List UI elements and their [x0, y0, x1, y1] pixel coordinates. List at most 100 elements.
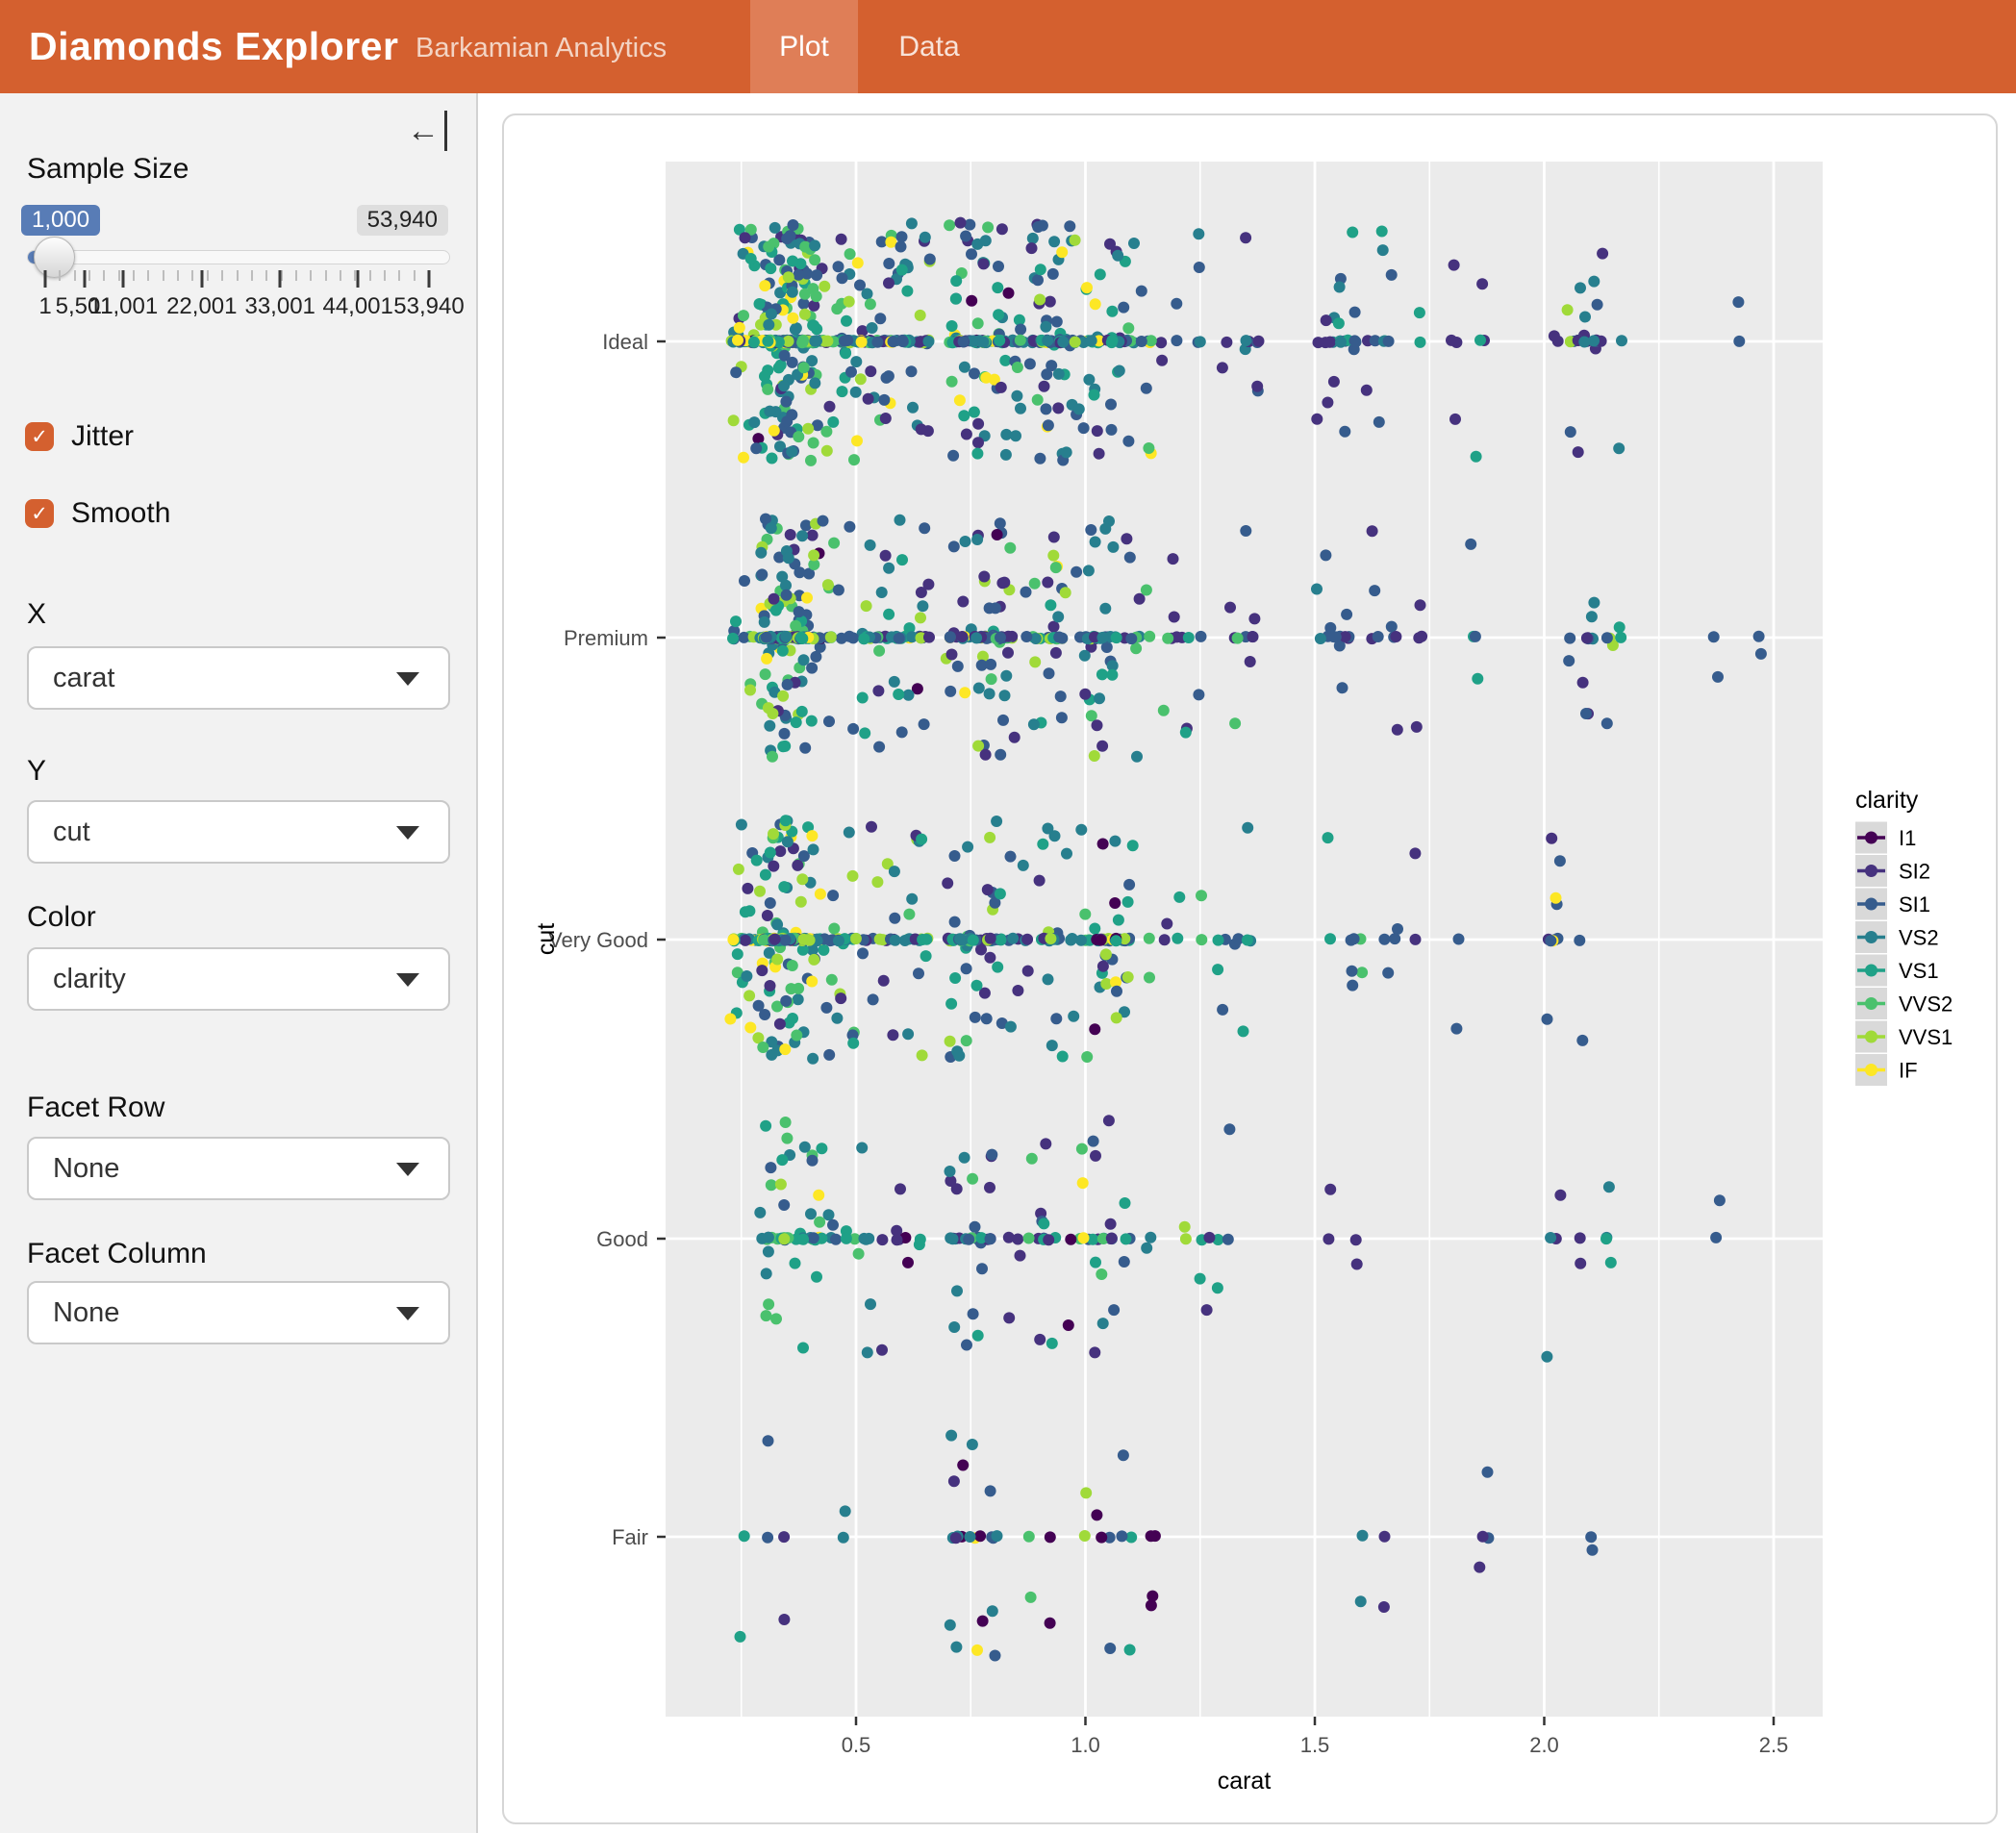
data-point [1144, 972, 1155, 984]
data-point [806, 663, 818, 674]
slider-minor-tick [207, 270, 209, 281]
sample-size-slider-track[interactable] [27, 250, 450, 264]
data-point [1068, 1011, 1079, 1022]
data-point [1356, 967, 1368, 978]
data-point [945, 631, 956, 642]
svg-text:VVS2: VVS2 [1899, 992, 1953, 1017]
data-point [950, 275, 962, 287]
slider-major-tick [122, 270, 125, 288]
facet-column-select-value: None [53, 1283, 119, 1343]
color-select[interactable]: clarity [27, 947, 450, 1011]
data-point [947, 1233, 959, 1244]
data-point [767, 453, 778, 465]
data-point [813, 1190, 824, 1201]
smooth-checkbox-row[interactable]: ✓ Smooth [25, 497, 170, 530]
data-point [1083, 565, 1095, 576]
data-point [1121, 1233, 1132, 1244]
chevron-down-icon [396, 1163, 419, 1176]
tab-plot[interactable]: Plot [750, 0, 858, 93]
data-point [845, 366, 857, 378]
data-point [1601, 717, 1613, 729]
data-point [962, 841, 973, 853]
data-point [1564, 633, 1575, 644]
data-point [968, 1308, 979, 1319]
data-point [1045, 1618, 1056, 1629]
slider-major-tick [44, 270, 47, 288]
data-point [1125, 633, 1137, 644]
data-point [1116, 1530, 1127, 1542]
slider-minor-tick [340, 270, 341, 281]
data-point [1057, 1051, 1069, 1063]
data-point [1015, 324, 1026, 336]
sidebar-collapse-toggle[interactable]: ← [407, 111, 447, 151]
data-point [1229, 717, 1241, 729]
slider-minor-tick [163, 270, 164, 281]
slider-minor-tick [118, 270, 120, 281]
data-point [950, 1532, 962, 1544]
data-point [805, 455, 817, 466]
data-point [1122, 436, 1134, 447]
data-point [1083, 374, 1095, 386]
data-point [787, 1013, 798, 1024]
data-point [765, 897, 776, 909]
data-point [1333, 317, 1345, 329]
data-point [971, 980, 983, 992]
smooth-checkbox[interactable]: ✓ [25, 499, 54, 528]
data-point [992, 1530, 1003, 1542]
data-point [961, 429, 972, 440]
data-point [1026, 1153, 1038, 1165]
data-point [763, 1298, 774, 1310]
x-select[interactable]: carat [27, 646, 450, 710]
data-point [844, 296, 855, 308]
data-point [1546, 833, 1557, 844]
data-point [990, 1650, 1001, 1662]
facet-row-select[interactable]: None [27, 1137, 450, 1200]
data-point [756, 1233, 768, 1244]
data-point [779, 728, 791, 740]
data-point [1248, 613, 1260, 624]
data-point [1096, 668, 1108, 680]
data-point [1382, 967, 1394, 979]
jitter-checkbox[interactable]: ✓ [25, 422, 54, 451]
y-select[interactable]: cut [27, 800, 450, 864]
data-point [1045, 599, 1056, 611]
data-point [1121, 533, 1132, 544]
data-point [1212, 1282, 1223, 1293]
data-point [1212, 964, 1223, 975]
data-point [759, 370, 770, 382]
data-point [1091, 1509, 1102, 1520]
data-point [1373, 631, 1384, 642]
svg-text:2.5: 2.5 [1759, 1733, 1789, 1757]
tab-data[interactable]: Data [858, 0, 1000, 93]
data-point [1542, 1014, 1553, 1025]
data-point [1603, 1181, 1615, 1193]
data-point [1107, 335, 1119, 346]
data-point [777, 691, 789, 702]
data-point [1099, 603, 1111, 615]
data-point [1111, 986, 1122, 997]
data-point [1097, 839, 1109, 850]
data-point [1311, 414, 1323, 425]
data-point [1247, 631, 1259, 642]
data-point [1095, 268, 1106, 280]
slider-minor-tick [310, 270, 312, 281]
data-point [950, 293, 962, 305]
facet-column-select[interactable]: None [27, 1281, 450, 1344]
data-point [995, 632, 1006, 643]
data-point [1024, 358, 1036, 369]
data-point [1029, 578, 1041, 590]
data-point [780, 396, 792, 408]
data-point [1021, 934, 1033, 945]
data-point [1086, 710, 1097, 721]
data-point [840, 347, 851, 359]
sample-size-label: Sample Size [27, 153, 189, 186]
data-point [794, 606, 805, 617]
data-point [1378, 934, 1390, 945]
jitter-checkbox-row[interactable]: ✓ Jitter [25, 420, 134, 453]
data-point [796, 706, 808, 717]
data-point [1386, 269, 1398, 281]
data-point [1100, 948, 1112, 960]
data-point [1320, 549, 1331, 561]
data-point [1048, 621, 1060, 633]
data-point [831, 1013, 843, 1024]
